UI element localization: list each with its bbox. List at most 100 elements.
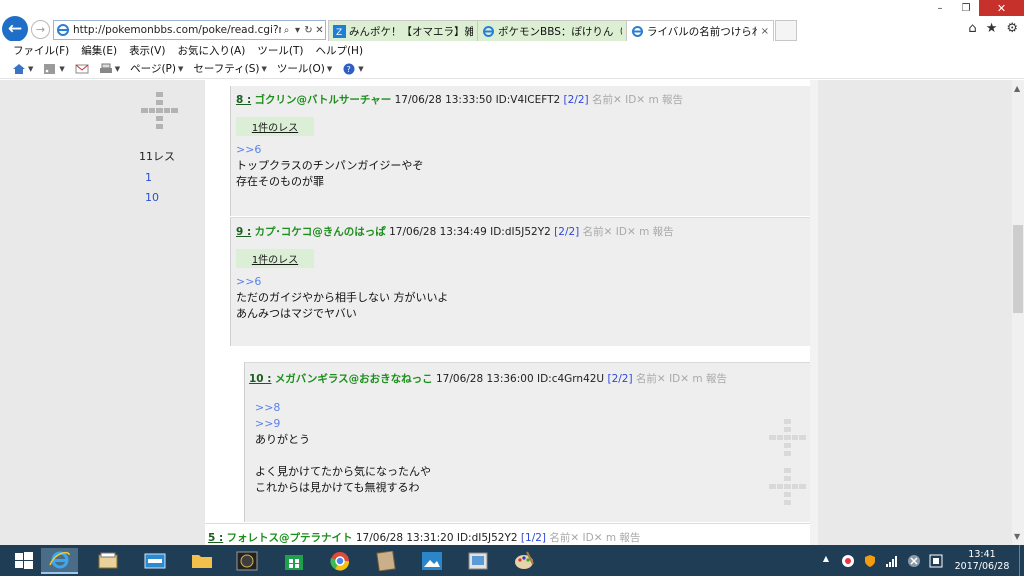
feed-dropdown-icon[interactable]: ▼ [59,65,64,73]
id-delete-link[interactable]: ID✕ [583,532,603,544]
menu-help[interactable]: ヘルプ(H) [315,43,363,58]
scroll-up-arrow-icon[interactable]: ▲ [1014,84,1020,93]
taskbar-image-viewer[interactable] [459,548,496,574]
taskbar-file-explorer[interactable] [183,548,220,574]
settings-gear-icon[interactable]: ⚙ [1006,21,1018,36]
post-number-link[interactable]: 10 : [249,373,271,385]
tray-expand-icon[interactable]: ▲ [819,554,833,568]
print-dropdown-icon[interactable]: ▼ [115,65,120,73]
post-line: あんみつはマジでヤバい [236,307,357,320]
m-link[interactable]: m [648,94,658,106]
home-page-icon[interactable] [12,63,26,75]
dpad-navigation-icon[interactable] [141,92,178,129]
post-number-link[interactable]: 8 : [236,94,251,106]
report-link[interactable]: 報告 [662,94,683,106]
reply-anchor-link[interactable]: >>8 [255,400,431,416]
id-delete-link[interactable]: ID✕ [616,226,636,238]
network-signal-icon[interactable] [885,554,899,568]
m-link[interactable]: m [606,532,616,544]
tools-dropdown-icon[interactable]: ▼ [327,65,332,73]
print-icon[interactable] [99,63,113,75]
tab-minpoke[interactable]: Z みんポケ！【オマエラ】雑談総合ス... [328,20,478,41]
sidebar-link-10[interactable]: 10 [145,191,159,204]
menu-favorites[interactable]: お気に入り(A) [177,43,245,58]
m-link[interactable]: m [639,226,649,238]
safety-dropdown-icon[interactable]: ▼ [262,65,267,73]
name-delete-link[interactable]: 名前✕ [549,532,579,544]
reply-anchor-link[interactable]: >>6 [236,142,423,158]
new-tab-button[interactable] [775,20,797,41]
forward-button[interactable]: → [31,20,50,39]
scroll-down-arrow-icon[interactable]: ▼ [1014,532,1020,541]
taskbar-media[interactable] [228,548,265,574]
home-icon[interactable]: ⌂ [968,21,976,36]
command-bar: ▼ ▼ ▼ ページ(P) ▼ セーフティ(S) ▼ ツール(O) ▼ ? ▼ [0,59,1024,79]
page-menu[interactable]: ページ(P) [130,61,176,76]
back-button[interactable]: ← [2,16,28,42]
search-icon[interactable]: ⌕ [281,25,292,36]
id-delete-link[interactable]: ID✕ [625,94,645,106]
name-delete-link[interactable]: 名前✕ [636,373,666,385]
menu-view[interactable]: 表示(V) [129,43,165,58]
safety-menu[interactable]: セーフティ(S) [193,61,259,76]
rss-feed-icon[interactable] [43,63,57,75]
reply-anchor-link[interactable]: >>9 [255,416,431,432]
taskbar-chrome[interactable] [321,548,358,574]
sidebar-link-1[interactable]: 1 [145,171,152,184]
reply-anchor-link[interactable]: >>6 [236,274,448,290]
chain-link[interactable]: [2/2] [564,94,589,106]
report-link[interactable]: 報告 [619,532,640,544]
taskbar-app-7[interactable] [367,548,404,574]
close-window-button[interactable]: ✕ [979,0,1024,16]
chain-link[interactable]: [2/2] [554,226,579,238]
report-link[interactable]: 報告 [653,226,674,238]
post-number-link[interactable]: 5 : [208,532,223,544]
menu-edit[interactable]: 編集(E) [81,43,117,58]
name-delete-link[interactable]: 名前✕ [592,94,622,106]
start-button[interactable] [5,548,42,574]
favorites-star-icon[interactable]: ★ [986,21,998,36]
help-dropdown-icon[interactable]: ▼ [358,65,363,73]
id-delete-link[interactable]: ID✕ [669,373,689,385]
name-delete-link[interactable]: 名前✕ [583,226,613,238]
tray-shield-icon[interactable] [863,554,877,568]
report-link[interactable]: 報告 [706,373,727,385]
post-number-link[interactable]: 9 : [236,226,251,238]
m-link[interactable]: m [692,373,702,385]
tray-app-icon[interactable] [841,554,855,568]
vertical-scrollbar[interactable]: ▲ ▼ [1012,80,1024,545]
scroll-thumb[interactable] [1013,225,1023,313]
tray-notification-icon[interactable] [929,554,943,568]
taskbar-store[interactable] [275,548,312,574]
tab-active-thread[interactable]: ライバルの名前つけられなくなて... × [626,20,774,41]
home-dropdown-icon[interactable]: ▼ [28,65,33,73]
menu-file[interactable]: ファイル(F) [13,43,69,58]
taskbar-explorer-fm[interactable] [89,548,126,574]
taskbar-app-2[interactable] [136,548,173,574]
taskbar-paint[interactable] [505,548,542,574]
taskbar-clock[interactable]: 13:41 2017/06/28 [951,549,1013,573]
restore-button[interactable]: ❐ [953,0,979,16]
tools-menu[interactable]: ツール(O) [277,61,325,76]
taskbar-photos[interactable] [413,548,450,574]
replies-count-button[interactable]: 1件のレス [236,249,314,268]
taskbar-ie[interactable] [41,548,78,574]
minimize-button[interactable]: – [927,0,953,16]
refresh-icon[interactable]: ↻ [303,25,314,36]
address-bar[interactable]: http://pokemonbbs.com/poke/read.cgi?no=6… [53,20,326,40]
chain-link[interactable]: [2/2] [607,373,632,385]
address-url[interactable]: http://pokemonbbs.com/poke/read.cgi?no=6… [73,24,281,36]
tab-close-icon[interactable]: × [761,26,769,37]
menu-tools[interactable]: ツール(T) [257,43,303,58]
address-dropdown-icon[interactable]: ▾ [292,25,303,36]
replies-count-button[interactable]: 1件のレス [236,117,314,136]
show-desktop-button[interactable] [1019,545,1024,576]
app-window-icon [144,553,165,569]
chain-link[interactable]: [1/2] [521,532,546,544]
mail-icon[interactable] [75,63,89,75]
stop-icon[interactable]: ✕ [314,25,325,36]
help-icon[interactable]: ? [342,63,356,75]
page-dropdown-icon[interactable]: ▼ [178,65,183,73]
tab-pokemonbbs[interactable]: ポケモンBBS：ぽけりん（掲示板） [477,20,627,41]
volume-muted-icon[interactable] [907,554,921,568]
